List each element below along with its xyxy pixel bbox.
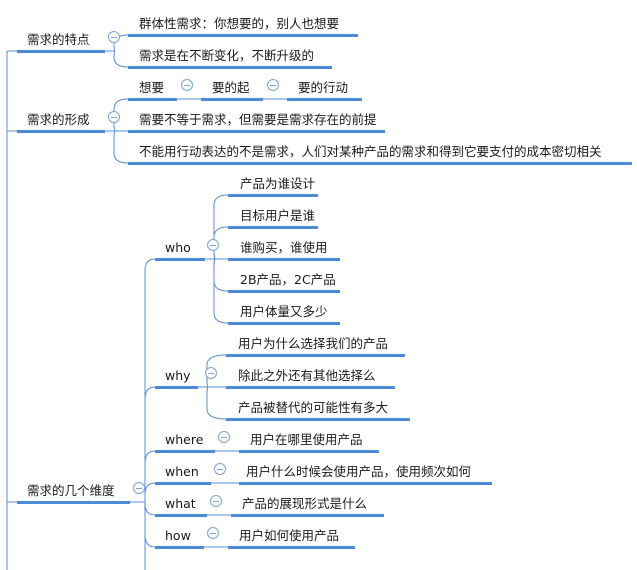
collapse-icon[interactable] [267, 79, 279, 91]
collapse-icon[interactable] [214, 463, 226, 475]
node-underline [228, 546, 355, 549]
connector [144, 482, 156, 496]
connector [105, 50, 129, 68]
node-underline [128, 66, 332, 69]
node-underline [226, 354, 405, 357]
node-underline [228, 290, 340, 293]
connector [144, 534, 156, 548]
leaf-node[interactable]: 谁购买，谁使用 [240, 240, 328, 256]
collapse-icon[interactable] [181, 79, 193, 91]
leaf-node[interactable]: 需要不等于需求，但需要是需求存在的前提 [139, 112, 377, 128]
node-underline [128, 34, 358, 37]
node-underline [17, 50, 105, 53]
node-underline [231, 514, 384, 517]
node-underline [226, 418, 410, 421]
node-underline [228, 258, 340, 261]
node-underline [201, 98, 263, 101]
dimension-who[interactable]: who [165, 240, 191, 256]
dimension-what[interactable]: what [165, 496, 196, 512]
leaf-node[interactable]: 2B产品，2C产品 [240, 272, 336, 288]
connector [144, 502, 156, 516]
dimension-when[interactable]: when [165, 464, 199, 480]
dimension-where[interactable]: where [165, 432, 203, 448]
node-underline [226, 386, 395, 389]
collapse-icon[interactable] [218, 431, 230, 443]
node-underline [155, 482, 211, 485]
node-underline [128, 130, 385, 133]
collapse-icon[interactable] [207, 527, 219, 539]
leaf-node[interactable]: 用户在哪里使用产品 [250, 432, 363, 448]
node-underline [228, 322, 340, 325]
branch-demand-dimensions[interactable]: 需求的几个维度 [27, 483, 115, 499]
leaf-node[interactable]: 目标用户是谁 [240, 208, 315, 224]
leaf-node[interactable]: 群体性需求：你想要的，别人也想要 [139, 16, 339, 32]
node-underline [287, 98, 362, 101]
collapse-icon[interactable] [207, 239, 219, 251]
leaf-node[interactable]: 用户体量又多少 [240, 304, 328, 320]
leaf-node[interactable]: 需求是在不断变化，不断升级的 [139, 48, 314, 64]
collapse-icon[interactable] [205, 367, 217, 379]
connector [198, 386, 227, 420]
node-underline [239, 450, 379, 453]
node-underline [128, 98, 177, 101]
leaf-node[interactable]: 不能用行动表达的不是需求，人们对某种产品的需求和得到它要支付的成本密切相关 [139, 144, 602, 160]
node-underline [228, 194, 318, 197]
branch-demand-formation[interactable]: 需求的形成 [27, 112, 90, 128]
connector [205, 258, 229, 292]
node-underline [155, 450, 215, 453]
node-underline [155, 546, 204, 549]
leaf-node[interactable]: 产品为谁设计 [240, 176, 315, 192]
connector [144, 386, 156, 400]
collapse-icon[interactable] [210, 495, 222, 507]
node-underline [17, 501, 130, 504]
chain-node[interactable]: 想要 [139, 80, 164, 96]
leaf-node[interactable]: 产品的展现形式是什么 [242, 496, 367, 512]
leaf-node[interactable]: 除此之外还有其他选择么 [238, 368, 376, 384]
node-underline [17, 130, 105, 133]
collapse-icon[interactable] [108, 31, 120, 43]
node-underline [128, 162, 632, 165]
connector [144, 450, 156, 464]
leaf-node[interactable]: 产品被替代的可能性有多大 [238, 400, 388, 416]
connector [105, 130, 129, 164]
node-underline [155, 258, 205, 261]
branch-demand-features[interactable]: 需求的特点 [27, 32, 90, 48]
mind-map: 需求的特点 群体性需求：你想要的，别人也想要 需求是在不断变化，不断升级的需求的形成… [0, 0, 637, 570]
collapse-icon[interactable] [133, 482, 145, 494]
node-underline [155, 386, 198, 389]
node-underline [239, 482, 492, 485]
node-underline [228, 226, 318, 229]
collapse-icon[interactable] [108, 111, 120, 123]
chain-node[interactable]: 要的起 [212, 80, 250, 96]
connector [144, 258, 156, 272]
dimension-why[interactable]: why [165, 368, 191, 384]
dimension-how[interactable]: how [165, 528, 191, 544]
chain-node[interactable]: 要的行动 [298, 80, 348, 96]
leaf-node[interactable]: 用户如何使用产品 [239, 528, 339, 544]
node-underline [155, 514, 207, 517]
leaf-node[interactable]: 用户为什么选择我们的产品 [238, 336, 388, 352]
leaf-node[interactable]: 用户什么时候会使用产品，使用频次如何 [246, 464, 471, 480]
